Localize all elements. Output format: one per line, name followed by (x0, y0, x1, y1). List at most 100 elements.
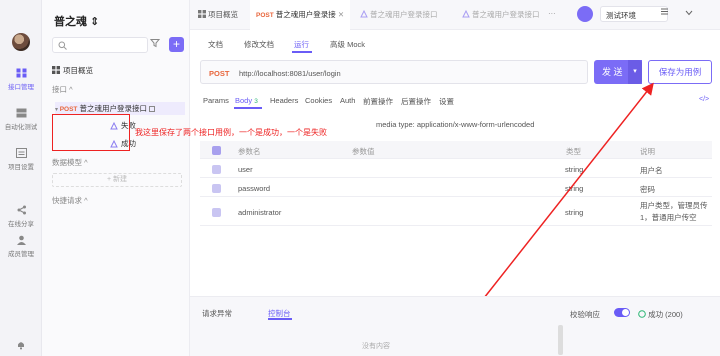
row-checkbox[interactable] (212, 208, 221, 217)
section-models[interactable]: 数据模型 ^ (52, 157, 88, 168)
settings-icon (15, 148, 27, 158)
search-input[interactable] (52, 37, 148, 53)
overview-label: 项目概览 (63, 66, 93, 75)
param-name[interactable]: user (238, 165, 253, 174)
param-desc[interactable]: 密码 (640, 184, 655, 195)
tab-method: POST (256, 12, 274, 19)
rail-label: 接口管理 (8, 84, 34, 91)
overview-icon (52, 66, 60, 74)
section-quick[interactable]: 快捷请求 ^ (52, 195, 88, 206)
ptab-body[interactable]: Body 3 (235, 96, 258, 105)
project-overview-item[interactable]: 项目概览 (52, 65, 93, 76)
filter-icon[interactable] (150, 38, 160, 48)
subtab-edit-docs[interactable]: 修改文档 (244, 39, 274, 50)
empty-state: 没有内容 (362, 343, 390, 350)
header-type: 类型 (566, 147, 581, 156)
rail-project-settings[interactable]: 项目设置 (0, 148, 42, 171)
row-checkbox[interactable] (212, 165, 221, 174)
avatar[interactable] (12, 33, 30, 51)
tab-overview[interactable]: 项目概览 (198, 9, 238, 20)
header-param-value: 参数值 (352, 147, 375, 156)
response-status: 成功 (200) (638, 309, 683, 320)
url-input[interactable]: http://localhost:8081/user/login (239, 69, 341, 78)
success-icon (638, 310, 646, 318)
ptab-settings[interactable]: 设置 (439, 96, 454, 107)
validate-toggle[interactable] (614, 308, 630, 317)
share-icon (17, 205, 26, 215)
overview-icon (198, 10, 206, 18)
tab-more-icon[interactable]: ⋯ (548, 9, 556, 18)
rail-label: 在线分享 (8, 221, 34, 228)
tab-label: 普之魂用户登录接 (275, 10, 336, 19)
annotation-text: 我这里保存了两个接口用例，一个是成功，一个是失败 (135, 128, 327, 137)
endpoint-method: POST (59, 106, 78, 113)
param-type[interactable]: string (565, 184, 583, 193)
ptab-auth[interactable]: Auth (340, 96, 355, 105)
menu-icon[interactable] (660, 7, 669, 16)
subtab-docs[interactable]: 文档 (208, 39, 223, 50)
project-title[interactable]: 普之魂 ⇕ (54, 13, 99, 29)
validate-label: 校验响应 (570, 310, 600, 319)
table-row[interactable]: password string 密码 (200, 179, 712, 197)
ptab-indicator (234, 107, 262, 109)
param-desc[interactable]: 用户名 (640, 165, 663, 176)
param-type[interactable]: string (565, 208, 583, 217)
status-text: 成功 (200) (648, 310, 683, 319)
ptab-body-label: Body (235, 96, 253, 105)
rail-label: 自动化测试 (4, 124, 38, 131)
row-checkbox[interactable] (212, 184, 221, 193)
bottom-panel: 请求异常 控制台 没有内容 校验响应 成功 (200) (190, 296, 720, 356)
tab-label: 普之魂用户登录接口 (370, 10, 438, 19)
tab-login-endpoint[interactable]: POST 普之魂用户登录接 ✕ (250, 0, 350, 30)
rail-api-management[interactable]: 接口管理 (0, 68, 42, 91)
rail-auto-test[interactable]: 自动化测试 (0, 108, 42, 131)
request-method[interactable]: POST (209, 69, 229, 78)
section-api[interactable]: 接口 ^ (52, 84, 73, 95)
code-icon[interactable]: </> (699, 96, 709, 103)
body-count-badge: 3 (254, 98, 258, 105)
media-type: media type: application/x-www-form-urlen… (376, 120, 535, 129)
ptab-post-ops[interactable]: 后置操作 (401, 96, 431, 107)
save-as-case-button[interactable]: 保存为用例 (648, 60, 712, 84)
case-icon (360, 9, 368, 18)
case-icon (462, 9, 470, 18)
environment-select[interactable]: 测试环境 (600, 6, 668, 22)
ptab-params[interactable]: Params (203, 96, 229, 105)
param-name[interactable]: password (238, 184, 270, 193)
copy-icon[interactable] (149, 106, 156, 112)
tab-login-case-2[interactable]: 普之魂用户登录接口 (462, 9, 540, 20)
btab-request-error[interactable]: 请求异常 (202, 308, 232, 319)
rail-members[interactable]: 成员管理 (0, 235, 42, 258)
new-model-button[interactable]: + 新建 (52, 173, 182, 187)
search-icon (58, 41, 67, 50)
scrollbar[interactable] (558, 325, 563, 355)
select-all-checkbox[interactable] (212, 146, 221, 155)
add-button[interactable]: + (169, 37, 184, 52)
subtab-run[interactable]: 运行 (294, 39, 309, 50)
param-type[interactable]: string (565, 165, 583, 174)
ptab-cookies[interactable]: Cookies (305, 96, 332, 105)
subtab-indicator (292, 51, 312, 53)
subtab-advanced-mock[interactable]: 高级 Mock (330, 39, 365, 50)
chevron-down-icon[interactable] (685, 10, 693, 16)
header-desc: 说明 (640, 147, 655, 156)
rail-label: 项目设置 (8, 164, 34, 171)
table-row[interactable]: user string 用户名 (200, 160, 712, 178)
ptab-pre-ops[interactable]: 前置操作 (363, 96, 393, 107)
close-icon[interactable]: ✕ (338, 10, 344, 19)
endpoint-name: 普之魂用户登录接口 (79, 104, 147, 113)
send-dropdown-icon[interactable]: ▾ (628, 60, 642, 84)
url-bar[interactable]: POST http://localhost:8081/user/login (200, 60, 588, 84)
param-name[interactable]: administrator (238, 208, 281, 217)
rail-share[interactable]: 在线分享 (0, 205, 42, 228)
table-header: 参数名 参数值 类型 说明 (200, 141, 712, 159)
header-param-name: 参数名 (238, 147, 261, 156)
bell-icon[interactable] (16, 340, 26, 350)
param-desc[interactable]: 用户类型，管理员传1，普通用户传空 (640, 200, 710, 224)
tab-login-case-1[interactable]: 普之魂用户登录接口 (360, 9, 438, 20)
refresh-icon[interactable] (577, 6, 593, 22)
rail-label: 成员管理 (8, 251, 34, 258)
table-row[interactable]: administrator string 用户类型，管理员传1，普通用户传空 (200, 198, 712, 226)
ptab-headers[interactable]: Headers (270, 96, 298, 105)
icon-rail: 接口管理 自动化测试 项目设置 在线分享 成员管理 (0, 0, 42, 356)
